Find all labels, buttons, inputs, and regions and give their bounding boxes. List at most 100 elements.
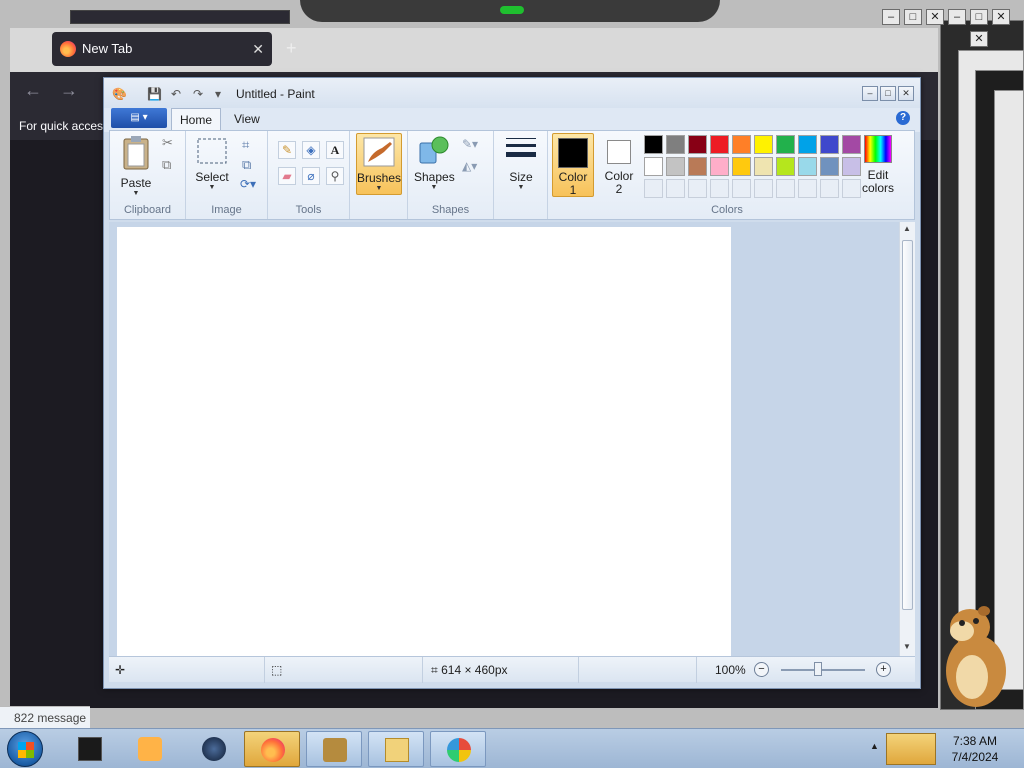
palette-swatch[interactable] <box>732 157 751 176</box>
tab-home[interactable]: Home <box>171 108 221 132</box>
custom-color-slot[interactable] <box>820 179 839 198</box>
magnifier-icon[interactable]: ⚲ <box>326 167 344 185</box>
show-hidden-icons-icon[interactable]: ▲ <box>870 741 879 751</box>
tab-view[interactable]: View <box>234 112 260 126</box>
redo-icon[interactable]: ↷ <box>191 87 205 101</box>
palette-swatch[interactable] <box>666 135 685 154</box>
zoom-slider-thumb[interactable] <box>814 662 822 676</box>
fill-icon[interactable]: ◭▾ <box>462 159 477 173</box>
taskbar-item-firefox[interactable] <box>244 731 300 767</box>
palette-swatch[interactable] <box>688 157 707 176</box>
window-title: Untitled - Paint <box>236 87 315 101</box>
text-tool-icon[interactable]: A <box>326 141 344 159</box>
minimize-icon[interactable]: – <box>882 9 900 25</box>
color2-button[interactable]: Color 2 <box>598 133 640 197</box>
hamster-mascot <box>946 606 1006 707</box>
palette-swatch[interactable] <box>666 157 685 176</box>
custom-color-slot[interactable] <box>644 179 663 198</box>
drawing-canvas[interactable] <box>117 227 731 657</box>
palette-swatch[interactable] <box>732 135 751 154</box>
close-button[interactable]: ✕ <box>898 86 914 101</box>
taskbar-item-paint[interactable] <box>430 731 486 767</box>
close-icon[interactable]: ✕ <box>970 31 988 47</box>
palette-swatch[interactable] <box>798 135 817 154</box>
minimize-icon[interactable]: – <box>948 9 966 25</box>
firefox-tab-new-tab[interactable]: New Tab ✕ <box>52 32 272 66</box>
close-icon[interactable]: ✕ <box>992 9 1010 25</box>
close-icon[interactable]: ✕ <box>926 9 944 25</box>
scroll-up-icon[interactable]: ▲ <box>903 224 911 233</box>
palette-swatch[interactable] <box>710 135 729 154</box>
taskbar-item-globe[interactable] <box>186 731 242 767</box>
paint-app-icon: 🎨 <box>112 87 127 101</box>
maximize-icon[interactable]: □ <box>904 9 922 25</box>
shapes-button[interactable]: Shapes ▼ <box>414 135 455 192</box>
maximize-icon[interactable]: □ <box>970 9 988 25</box>
custom-color-slot[interactable] <box>732 179 751 198</box>
minimize-button[interactable]: – <box>862 86 878 101</box>
color1-button[interactable]: Color 1 <box>552 133 594 197</box>
message-count: 822 message <box>0 706 90 728</box>
paste-button[interactable]: Paste ▼ <box>116 135 156 198</box>
eraser-icon[interactable]: ▰ <box>278 167 296 185</box>
pencil-icon[interactable]: ✎ <box>278 141 296 159</box>
taskbar-item-terminal[interactable] <box>62 731 118 767</box>
custom-color-slot[interactable] <box>754 179 773 198</box>
palette-swatch[interactable] <box>688 135 707 154</box>
back-arrow-icon[interactable]: ← <box>24 80 42 101</box>
palette-swatch[interactable] <box>644 157 663 176</box>
outline-icon[interactable]: ✎▾ <box>462 137 478 151</box>
crop-icon[interactable]: ⌗ <box>242 137 249 153</box>
custom-color-slot[interactable] <box>776 179 795 198</box>
tray-network-icon[interactable] <box>886 733 936 765</box>
palette-swatch[interactable] <box>798 157 817 176</box>
palette-swatch[interactable] <box>820 135 839 154</box>
vertical-scrollbar[interactable]: ▲ ▼ <box>899 222 915 656</box>
help-icon[interactable]: ? <box>896 111 910 125</box>
scrollbar-thumb[interactable] <box>902 240 913 610</box>
maximize-button[interactable]: □ <box>880 86 896 101</box>
clock[interactable]: 7:38 AM 7/4/2024 <box>940 733 1010 765</box>
clock-time: 7:38 AM <box>952 734 998 748</box>
scroll-down-icon[interactable]: ▼ <box>903 642 911 651</box>
customize-quick-access-icon[interactable]: ▾ <box>211 87 225 101</box>
color-picker-icon[interactable]: ⌀ <box>302 167 320 185</box>
palette-swatch[interactable] <box>776 157 795 176</box>
edit-colors-button[interactable]: Edit colors <box>856 133 900 195</box>
palette-swatch[interactable] <box>754 157 773 176</box>
cut-icon[interactable]: ✂ <box>162 135 173 151</box>
brushes-button[interactable]: Brushes ▼ <box>356 133 402 195</box>
zoom-slider-track[interactable] <box>781 669 865 671</box>
palette-swatch[interactable] <box>710 157 729 176</box>
save-icon[interactable]: 💾 <box>147 87 162 101</box>
custom-color-slot[interactable] <box>666 179 685 198</box>
tab-close-icon[interactable]: ✕ <box>252 32 264 66</box>
group-tools: ✎ ◈ A ▰ ⌀ ⚲ Tools <box>268 131 350 219</box>
custom-color-slot[interactable] <box>710 179 729 198</box>
rotate-icon[interactable]: ⟳▾ <box>240 177 256 191</box>
fill-bucket-icon[interactable]: ◈ <box>302 141 320 159</box>
start-button[interactable] <box>7 731 43 767</box>
resize-icon[interactable]: ⧉ <box>242 157 251 173</box>
media-player-icon <box>138 737 162 761</box>
paint-icon <box>447 738 471 762</box>
taskbar-item-box[interactable] <box>306 731 362 767</box>
taskbar-item-media-player[interactable] <box>122 731 178 767</box>
palette-swatch[interactable] <box>754 135 773 154</box>
chevron-down-icon: ▼ <box>375 185 383 192</box>
new-tab-button[interactable]: + <box>286 38 297 59</box>
palette-swatch[interactable] <box>644 135 663 154</box>
palette-swatch[interactable] <box>820 157 839 176</box>
paint-menu-button[interactable]: ▤ ▾ <box>111 108 167 128</box>
taskbar-item-explorer[interactable] <box>368 731 424 767</box>
size-button[interactable]: Size ▼ <box>500 135 542 192</box>
zoom-out-button[interactable]: − <box>754 662 769 677</box>
zoom-in-button[interactable]: + <box>876 662 891 677</box>
select-button[interactable]: Select ▼ <box>192 137 232 192</box>
undo-icon[interactable]: ↶ <box>169 87 183 101</box>
custom-color-slot[interactable] <box>798 179 817 198</box>
palette-swatch[interactable] <box>776 135 795 154</box>
forward-arrow-icon[interactable]: → <box>60 80 78 101</box>
copy-icon[interactable]: ⧉ <box>162 157 171 173</box>
custom-color-slot[interactable] <box>688 179 707 198</box>
